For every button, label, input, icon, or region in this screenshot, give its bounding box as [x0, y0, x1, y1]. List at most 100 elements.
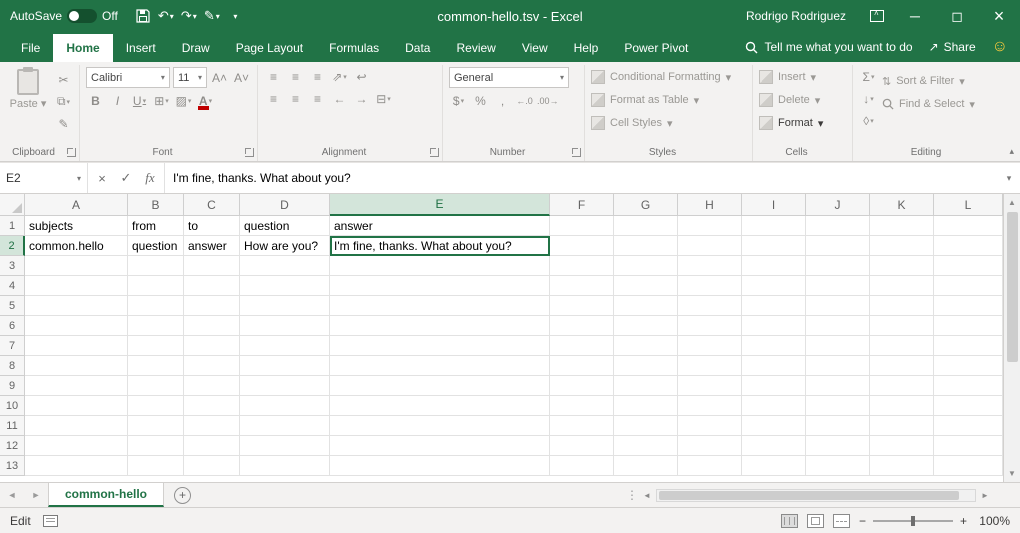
cell-F5[interactable] [550, 296, 614, 316]
cell-H4[interactable] [678, 276, 742, 296]
cell-J9[interactable] [806, 376, 870, 396]
row-header-3[interactable]: 3 [0, 256, 25, 276]
cell-J6[interactable] [806, 316, 870, 336]
merge-center-button[interactable]: ⊟▾ [374, 89, 393, 108]
cell-K9[interactable] [870, 376, 934, 396]
cell-I6[interactable] [742, 316, 806, 336]
cell-F12[interactable] [550, 436, 614, 456]
maximize-button[interactable]: ◻ [936, 0, 978, 32]
cell-J8[interactable] [806, 356, 870, 376]
row-header-5[interactable]: 5 [0, 296, 25, 316]
borders-button[interactable]: ⊞▾ [152, 91, 171, 110]
cell-G3[interactable] [614, 256, 678, 276]
cell-G7[interactable] [614, 336, 678, 356]
cell-D2[interactable]: How are you? [240, 236, 330, 256]
cell-C2[interactable]: answer [184, 236, 240, 256]
cell-B7[interactable] [128, 336, 184, 356]
increase-indent-button[interactable]: → [352, 89, 371, 108]
cell-D6[interactable] [240, 316, 330, 336]
format-cells-button[interactable]: Format▾ [759, 113, 823, 133]
font-size-combo[interactable]: 11▾ [173, 67, 207, 88]
sort-filter-button[interactable]: ⇅Sort & Filter▾ [882, 71, 975, 91]
cell-F3[interactable] [550, 256, 614, 276]
increase-font-button[interactable]: A˄ [210, 68, 229, 87]
undo-button[interactable]: ↶▾ [155, 3, 177, 29]
cell-C13[interactable] [184, 456, 240, 476]
sheet-nav-left-icon[interactable]: ◄ [0, 483, 24, 507]
format-painter-button[interactable]: ✎ [54, 114, 73, 133]
autosum-button[interactable]: Σ▾ [859, 67, 878, 86]
cell-I12[interactable] [742, 436, 806, 456]
select-all-corner[interactable] [0, 194, 25, 216]
col-header-C[interactable]: C [184, 194, 240, 216]
cell-F2[interactable] [550, 236, 614, 256]
tab-file[interactable]: File [8, 34, 53, 62]
cell-E3[interactable] [330, 256, 550, 276]
minimize-button[interactable]: ─ [894, 0, 936, 32]
signed-in-user[interactable]: Rodrigo Rodriguez [746, 9, 846, 23]
tab-draw[interactable]: Draw [169, 34, 223, 62]
cell-H8[interactable] [678, 356, 742, 376]
cell-H7[interactable] [678, 336, 742, 356]
cell-B13[interactable] [128, 456, 184, 476]
tab-help[interactable]: Help [561, 34, 612, 62]
cell-E12[interactable] [330, 436, 550, 456]
cell-A6[interactable] [25, 316, 128, 336]
name-box[interactable]: E2 ▾ [0, 163, 88, 193]
cell-G4[interactable] [614, 276, 678, 296]
col-header-L[interactable]: L [934, 194, 1003, 216]
scroll-down-icon[interactable]: ▼ [1004, 465, 1020, 482]
cell-B12[interactable] [128, 436, 184, 456]
decrease-font-button[interactable]: A˅ [232, 68, 251, 87]
number-dialog-launcher[interactable] [572, 148, 581, 157]
cell-D12[interactable] [240, 436, 330, 456]
middle-align-button[interactable]: ≡ [286, 67, 305, 86]
cell-L5[interactable] [934, 296, 1003, 316]
cell-E13[interactable] [330, 456, 550, 476]
tab-data[interactable]: Data [392, 34, 443, 62]
cell-B2[interactable]: question [128, 236, 184, 256]
cell-D10[interactable] [240, 396, 330, 416]
cell-C12[interactable] [184, 436, 240, 456]
col-header-G[interactable]: G [614, 194, 678, 216]
cell-B6[interactable] [128, 316, 184, 336]
tab-page-layout[interactable]: Page Layout [223, 34, 316, 62]
cell-I13[interactable] [742, 456, 806, 476]
record-macro-icon[interactable] [43, 515, 58, 527]
cell-I8[interactable] [742, 356, 806, 376]
cell-G1[interactable] [614, 216, 678, 236]
row-header-12[interactable]: 12 [0, 436, 25, 456]
cell-F8[interactable] [550, 356, 614, 376]
row-header-7[interactable]: 7 [0, 336, 25, 356]
cell-H13[interactable] [678, 456, 742, 476]
page-layout-view-button[interactable] [807, 514, 824, 528]
cell-F13[interactable] [550, 456, 614, 476]
tab-insert[interactable]: Insert [113, 34, 169, 62]
zoom-level[interactable]: 100% [974, 514, 1010, 528]
zoom-slider-thumb[interactable] [911, 516, 915, 526]
cell-L3[interactable] [934, 256, 1003, 276]
horizontal-scrollbar-thumb[interactable] [659, 491, 959, 500]
enter-entry-button[interactable]: ✓ [114, 163, 138, 193]
cell-D1[interactable]: question [240, 216, 330, 236]
cell-D11[interactable] [240, 416, 330, 436]
feedback-smiley-icon[interactable]: ☺ [992, 38, 1008, 56]
cell-G11[interactable] [614, 416, 678, 436]
cell-L8[interactable] [934, 356, 1003, 376]
cell-I11[interactable] [742, 416, 806, 436]
cell-L9[interactable] [934, 376, 1003, 396]
cell-B9[interactable] [128, 376, 184, 396]
vertical-scrollbar-thumb[interactable] [1007, 212, 1018, 362]
fill-color-button[interactable]: ▨▾ [174, 91, 193, 110]
cell-C3[interactable] [184, 256, 240, 276]
cell-G6[interactable] [614, 316, 678, 336]
col-header-J[interactable]: J [806, 194, 870, 216]
tab-formulas[interactable]: Formulas [316, 34, 392, 62]
cell-F11[interactable] [550, 416, 614, 436]
cell-H12[interactable] [678, 436, 742, 456]
cell-K12[interactable] [870, 436, 934, 456]
row-header-8[interactable]: 8 [0, 356, 25, 376]
cell-L13[interactable] [934, 456, 1003, 476]
col-header-D[interactable]: D [240, 194, 330, 216]
row-header-2[interactable]: 2 [0, 236, 25, 256]
